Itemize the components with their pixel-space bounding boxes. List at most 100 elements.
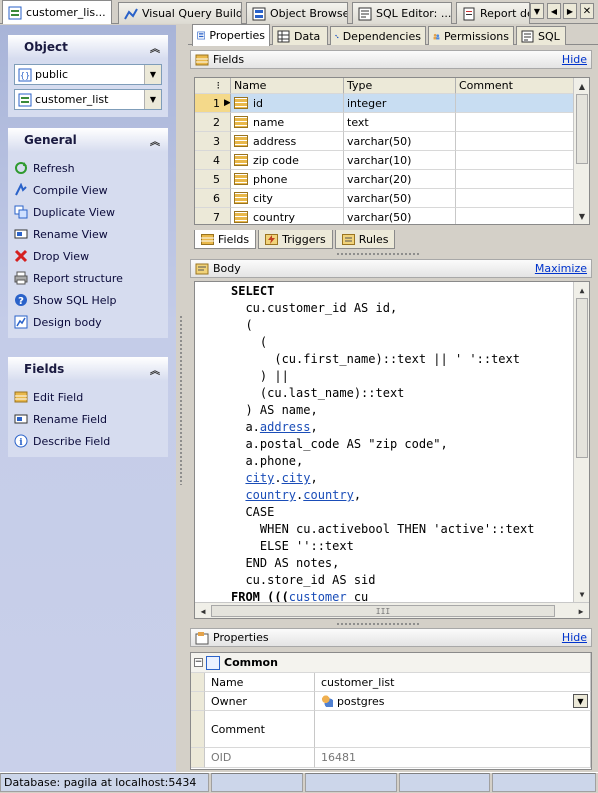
collapse-icon[interactable]: ︽ xyxy=(150,362,160,377)
schema-select[interactable]: {} public ▼ xyxy=(14,64,162,85)
cell-name[interactable]: id xyxy=(231,94,344,113)
cell-name[interactable]: phone xyxy=(231,170,344,189)
cell-name[interactable]: city xyxy=(231,189,344,208)
cell-comment[interactable] xyxy=(456,113,574,132)
property-value-cell[interactable]: postgres ▼ xyxy=(315,692,591,711)
table-row[interactable]: 1 ▶ id integer xyxy=(195,94,574,113)
maximize-body-link[interactable]: Maximize xyxy=(535,262,587,275)
chevron-down-icon[interactable]: ▼ xyxy=(573,694,588,708)
scroll-left-icon[interactable]: ◀ xyxy=(195,603,211,618)
splitter-grip[interactable] xyxy=(179,315,184,485)
row-number[interactable]: 5 xyxy=(195,170,231,189)
describe-field-action[interactable]: i Describe Field xyxy=(14,430,162,452)
table-row[interactable]: 6 city varchar(50) xyxy=(195,189,574,208)
cell-type[interactable]: varchar(20) xyxy=(344,170,456,189)
cell-name[interactable]: name xyxy=(231,113,344,132)
property-value-cell[interactable] xyxy=(315,711,591,748)
doc-tab-visual-query-builder[interactable]: Visual Query Builder xyxy=(118,2,242,24)
code-object-link[interactable]: city xyxy=(282,471,311,485)
code-object-link[interactable]: country xyxy=(303,488,354,502)
cell-comment[interactable] xyxy=(456,94,574,113)
view-select[interactable]: customer_list ▼ xyxy=(14,89,162,110)
row-selector-header[interactable]: ⁝ xyxy=(195,78,231,94)
collapse-group-icon[interactable]: − xyxy=(194,658,203,667)
cell-type[interactable]: varchar(50) xyxy=(344,208,456,224)
scroll-right-icon[interactable]: ▶ xyxy=(573,603,589,618)
edit-field-action[interactable]: Edit Field xyxy=(14,386,162,408)
close-tab-button[interactable]: ✕ xyxy=(580,3,594,19)
doc-tab-sql-editor[interactable]: SQL Editor: ... xyxy=(352,2,452,24)
show-sql-help-action[interactable]: ? Show SQL Help xyxy=(14,289,162,311)
cell-comment[interactable] xyxy=(456,208,574,224)
hide-properties-link[interactable]: Hide xyxy=(562,631,587,644)
scroll-thumb[interactable] xyxy=(576,94,588,164)
fields-vertical-scrollbar[interactable]: ▲ ▼ xyxy=(573,78,589,224)
rename-field-action[interactable]: Rename Field xyxy=(14,408,162,430)
column-header-name[interactable]: Name xyxy=(231,78,344,94)
property-group-common[interactable]: − Common xyxy=(191,653,591,673)
tab-triggers[interactable]: Triggers xyxy=(258,230,333,249)
tab-fields[interactable]: Fields xyxy=(194,230,257,249)
code-object-link[interactable]: address xyxy=(260,420,311,434)
scroll-up-icon[interactable]: ▲ xyxy=(574,282,589,298)
cell-name[interactable]: address xyxy=(231,132,344,151)
scroll-down-icon[interactable]: ▼ xyxy=(574,586,589,602)
scroll-thumb[interactable] xyxy=(576,298,588,458)
sql-body-editor[interactable]: SELECT cu.customer_id AS id, ( ( (cu.fir… xyxy=(194,281,590,619)
cell-type[interactable]: varchar(50) xyxy=(344,132,456,151)
property-row[interactable]: OID 16481 xyxy=(191,748,591,768)
splitter-grip[interactable] xyxy=(336,252,420,257)
row-number[interactable]: 4 xyxy=(195,151,231,170)
compile-view-action[interactable]: Compile View xyxy=(14,179,162,201)
cell-name[interactable]: country xyxy=(231,208,344,224)
property-row[interactable]: Owner postgres ▼ xyxy=(191,692,591,711)
general-group-header[interactable]: General ︽ xyxy=(8,128,168,152)
property-row[interactable]: Name customer_list xyxy=(191,673,591,692)
tab-scroll-left-button[interactable]: ◀ xyxy=(547,3,561,19)
design-body-action[interactable]: Design body xyxy=(14,311,162,333)
panel-splitter[interactable] xyxy=(176,25,188,772)
rename-view-action[interactable]: Rename View xyxy=(14,223,162,245)
table-row[interactable]: 4 zip code varchar(10) xyxy=(195,151,574,170)
chevron-down-icon[interactable]: ▼ xyxy=(144,90,161,109)
tab-scroll-right-button[interactable]: ▶ xyxy=(563,3,577,19)
scroll-down-icon[interactable]: ▼ xyxy=(574,208,589,224)
body-horizontal-scrollbar[interactable]: ◀ III ▶ xyxy=(195,602,589,618)
code-object-link[interactable]: country xyxy=(245,488,296,502)
duplicate-view-action[interactable]: Duplicate View xyxy=(14,201,162,223)
tab-dependencies[interactable]: Dependencies xyxy=(330,26,426,45)
tab-data[interactable]: Data xyxy=(272,26,328,45)
cell-comment[interactable] xyxy=(456,151,574,170)
tab-rules[interactable]: Rules xyxy=(334,230,396,249)
chevron-down-icon[interactable]: ▼ xyxy=(144,65,161,84)
tab-sql[interactable]: SQL xyxy=(516,26,566,45)
doc-tab-report-designer[interactable]: Report des xyxy=(456,2,530,24)
cell-name[interactable]: zip code xyxy=(231,151,344,170)
cell-type[interactable]: varchar(50) xyxy=(344,189,456,208)
collapse-icon[interactable]: ︽ xyxy=(150,133,160,148)
row-number[interactable]: 1 ▶ xyxy=(195,94,231,113)
fields-group-header[interactable]: Fields ︽ xyxy=(8,357,168,381)
cell-comment[interactable] xyxy=(456,170,574,189)
doc-tab-object-browser[interactable]: Object Browser xyxy=(246,2,348,24)
object-group-header[interactable]: Object ︽ xyxy=(8,35,168,59)
cell-comment[interactable] xyxy=(456,189,574,208)
scroll-up-icon[interactable]: ▲ xyxy=(574,78,589,94)
doc-tab-customer-list[interactable]: customer_lis... xyxy=(2,0,112,24)
table-row[interactable]: 3 address varchar(50) xyxy=(195,132,574,151)
tab-properties[interactable]: Properties xyxy=(192,24,270,46)
column-header-comment[interactable]: Comment xyxy=(456,78,574,94)
body-vertical-scrollbar[interactable]: ▲ ▼ xyxy=(573,282,589,602)
row-number[interactable]: 3 xyxy=(195,132,231,151)
splitter-grip[interactable] xyxy=(336,622,420,627)
property-value-cell[interactable]: customer_list xyxy=(315,673,591,692)
row-number[interactable]: 6 xyxy=(195,189,231,208)
table-row[interactable]: 7 country varchar(50) xyxy=(195,208,574,224)
row-number[interactable]: 7 xyxy=(195,208,231,224)
cell-type[interactable]: varchar(10) xyxy=(344,151,456,170)
tab-permissions[interactable]: Permissions xyxy=(428,26,514,45)
table-row[interactable]: 2 name text xyxy=(195,113,574,132)
code-object-link[interactable]: city xyxy=(245,471,274,485)
cell-comment[interactable] xyxy=(456,132,574,151)
tab-list-dropdown-button[interactable]: ▼ xyxy=(530,3,544,19)
